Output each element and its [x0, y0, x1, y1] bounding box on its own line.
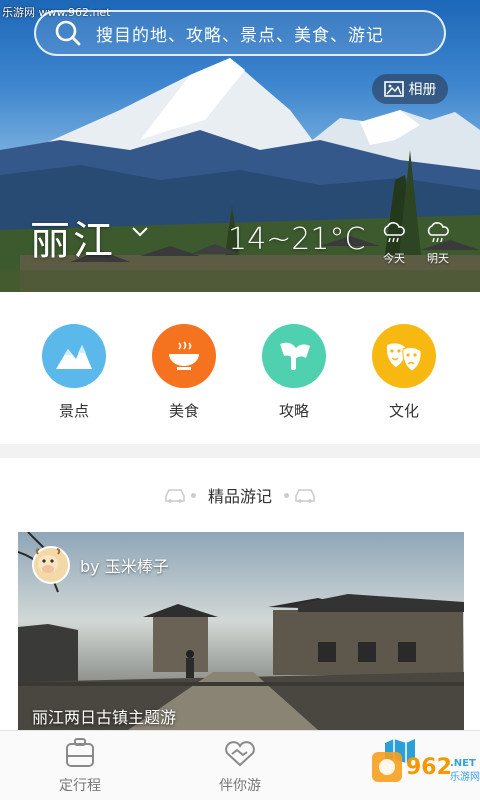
car-icon [295, 489, 315, 503]
cow-avatar-icon [35, 548, 61, 573]
section-header: 精品游记 [0, 480, 480, 510]
category-food[interactable]: 美食 [148, 324, 220, 421]
search-bar[interactable]: 搜目的地、攻略、景点、美食、游记 [34, 10, 446, 56]
nav-companion[interactable]: 伴你游 [200, 737, 280, 795]
svg-text:.NET: .NET [450, 758, 476, 769]
chevron-down-icon[interactable] [130, 226, 150, 238]
category-culture[interactable]: 文化 [368, 324, 440, 421]
travelogue-card[interactable]: by 玉米棒子 丽江两日古镇主题游 [18, 532, 464, 730]
image-icon [383, 81, 404, 97]
author-name: by 玉米棒子 [80, 557, 169, 576]
weather-tomorrow: 明天 [418, 222, 458, 266]
cloud-rain-icon [383, 222, 405, 243]
category-label: 美食 [168, 402, 199, 420]
search-placeholder: 搜目的地、攻略、景点、美食、游记 [96, 25, 384, 46]
category-grid: 景点 美食 攻略 文化 [0, 292, 480, 440]
svg-text:962: 962 [406, 755, 452, 780]
category-scenic[interactable]: 景点 [38, 324, 110, 421]
category-guide[interactable]: 攻略 [258, 324, 330, 421]
cloud-rain-icon [427, 222, 449, 243]
nav-label: 定行程 [59, 778, 101, 794]
section-title: 精品游记 [207, 487, 272, 506]
category-icon-circle [262, 324, 326, 388]
nav-plan-trip[interactable]: 定行程 [40, 737, 120, 795]
category-label: 攻略 [278, 402, 309, 420]
weather-today: 今天 [374, 222, 414, 266]
nav-label: 伴你游 [219, 778, 261, 794]
category-label: 文化 [388, 402, 419, 420]
handshake-icon [225, 741, 255, 767]
site-logo-watermark: 962 .NET 乐游网 [372, 752, 480, 783]
album-label: 相册 [408, 82, 437, 98]
svg-text:乐游网: 乐游网 [450, 770, 480, 783]
car-icon [165, 489, 185, 503]
category-icon-circle [152, 324, 216, 388]
category-label: 景点 [58, 402, 89, 420]
bowl-icon [169, 341, 199, 370]
category-icon-circle [372, 324, 436, 388]
mountain-icon [56, 345, 92, 369]
section-divider [0, 444, 480, 458]
hero-banner: 乐游网 www.962.net 搜目的地、攻略、景点、美食、游记 相册 丽江 1… [0, 0, 480, 292]
temperature: 14~21°C [228, 222, 366, 257]
flag-icon [280, 342, 310, 370]
luggage-icon [66, 738, 94, 767]
search-icon [55, 20, 81, 46]
category-icon-circle [42, 324, 106, 388]
album-button[interactable]: 相册 [372, 74, 448, 104]
author-info[interactable]: by 玉米棒子 [32, 546, 169, 584]
weather-label: 今天 [383, 252, 405, 265]
travelogue-title: 丽江两日古镇主题游 [32, 708, 177, 727]
avatar[interactable] [32, 546, 70, 584]
decor-dot [284, 492, 289, 498]
decor-dot [190, 492, 196, 498]
masks-icon [386, 343, 422, 372]
weather-label: 明天 [427, 252, 449, 265]
city-name[interactable]: 丽江 [30, 208, 116, 266]
